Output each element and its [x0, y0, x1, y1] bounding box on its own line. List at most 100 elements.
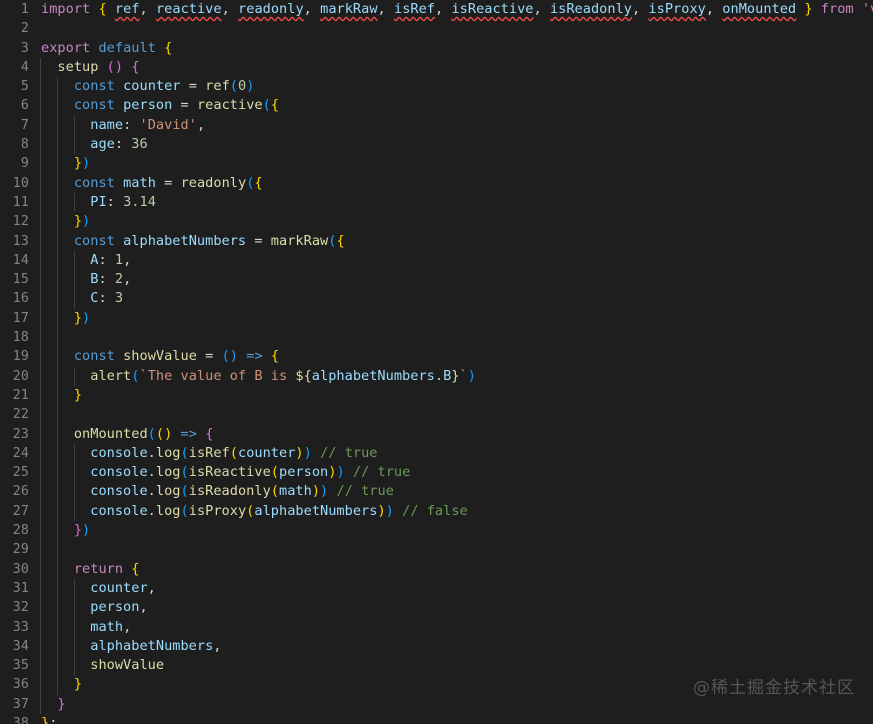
code-line[interactable]: 2	[0, 19, 873, 38]
line-content[interactable]: export default {	[38, 39, 873, 58]
code-editor[interactable]: 1 import { ref, reactive, readonly, mark…	[0, 0, 873, 724]
code-line[interactable]: 8 age: 36	[0, 135, 873, 155]
line-content[interactable]: }	[38, 675, 873, 695]
line-content[interactable]: const counter = ref(0)	[38, 77, 873, 97]
indent-guides	[38, 675, 873, 695]
code-line[interactable]: 16 C: 3	[0, 289, 873, 309]
line-content[interactable]: const alphabetNumbers = markRaw({	[38, 231, 873, 251]
line-number: 24	[12, 445, 29, 461]
indent-guides	[38, 192, 873, 213]
code-line[interactable]: 6 const person = reactive({	[0, 96, 873, 116]
line-number: 19	[12, 349, 29, 365]
line-content[interactable]: B: 2,	[38, 270, 873, 290]
line-content[interactable]: alphabetNumbers,	[38, 636, 873, 657]
line-content[interactable]: counter,	[38, 578, 873, 599]
line-content[interactable]: setup () {	[38, 57, 873, 78]
code-line[interactable]: 12 })	[0, 212, 873, 232]
indent-guides	[38, 521, 873, 541]
indent-guides	[38, 308, 873, 329]
line-number: 25	[12, 465, 29, 481]
line-content[interactable]: age: 36	[38, 135, 873, 155]
line-content[interactable]: onMounted(() => {	[38, 424, 873, 444]
code-line[interactable]: 36 }	[0, 675, 873, 695]
line-content[interactable]: showValue	[38, 656, 873, 676]
line-number: 1	[20, 2, 29, 17]
code-line[interactable]: 22	[0, 405, 873, 425]
code-line[interactable]: 5 const counter = ref(0)	[0, 77, 873, 97]
line-number: 21	[12, 387, 29, 403]
line-content[interactable]: person,	[38, 598, 873, 618]
line-content[interactable]: console.log(isReactive(person)) // true	[38, 463, 873, 483]
code-line[interactable]: 27 console.log(isProxy(alphabetNumbers))…	[0, 501, 873, 522]
code-line[interactable]: 18	[0, 328, 873, 348]
code-line[interactable]: 7 name: 'David',	[0, 115, 873, 136]
line-content[interactable]: })	[38, 521, 873, 541]
line-content[interactable]	[38, 540, 873, 560]
line-number: 38	[12, 715, 29, 724]
code-line[interactable]: 35 showValue	[0, 656, 873, 676]
code-line[interactable]: 30 return {	[0, 559, 873, 579]
line-content[interactable]: name: 'David',	[38, 115, 873, 136]
line-content[interactable]	[38, 405, 873, 425]
line-content[interactable]: const math = readonly({	[38, 173, 873, 193]
code-line[interactable]: 33 math,	[0, 617, 873, 637]
line-content[interactable]: };	[38, 714, 873, 724]
code-line[interactable]: 14 A: 1,	[0, 250, 873, 271]
code-line[interactable]: 31 counter,	[0, 578, 873, 599]
line-content[interactable]: const showValue = () => {	[38, 347, 873, 367]
code-line[interactable]: 24 console.log(isRef(counter)) // true	[0, 443, 873, 464]
code-line[interactable]: 19 const showValue = () => {	[0, 347, 873, 367]
code-line[interactable]: 29	[0, 540, 873, 560]
code-line[interactable]: 15 B: 2,	[0, 270, 873, 290]
code-line[interactable]: 4 setup () {	[0, 57, 873, 78]
code-line[interactable]: 9 })	[0, 154, 873, 174]
code-line[interactable]: 20 alert(`The value of B is ${alphabetNu…	[0, 366, 873, 386]
line-number: 6	[20, 98, 29, 114]
line-content[interactable]: console.log(isRef(counter)) // true	[38, 443, 873, 464]
line-content[interactable]: C: 3	[38, 289, 873, 309]
line-content[interactable]: })	[38, 308, 873, 329]
code-line[interactable]: 26 console.log(isReadonly(math)) // true	[0, 482, 873, 502]
line-number: 29	[12, 542, 29, 558]
line-content[interactable]: })	[38, 154, 873, 174]
line-number: 36	[12, 677, 29, 693]
line-content[interactable]: }	[38, 694, 873, 714]
indent-guides	[38, 57, 873, 78]
indent-guides	[38, 135, 873, 155]
line-content[interactable]: alert(`The value of B is ${alphabetNumbe…	[38, 366, 873, 386]
line-content[interactable]: math,	[38, 617, 873, 637]
line-content[interactable]: PI: 3.14	[38, 192, 873, 213]
line-number: 35	[12, 658, 29, 674]
line-number: 18	[12, 330, 29, 346]
code-lines-container[interactable]: 1 import { ref, reactive, readonly, mark…	[0, 0, 873, 724]
code-line[interactable]: 25 console.log(isReactive(person)) // tr…	[0, 463, 873, 483]
code-line[interactable]: 17 })	[0, 308, 873, 329]
line-content[interactable]: import { ref, reactive, readonly, markRa…	[38, 0, 873, 19]
indent-guides	[38, 617, 873, 637]
code-line[interactable]: 32 person,	[0, 598, 873, 618]
line-number: 37	[12, 696, 29, 712]
code-line[interactable]: 11 PI: 3.14	[0, 192, 873, 213]
line-number: 17	[12, 310, 29, 326]
code-line[interactable]: 34 alphabetNumbers,	[0, 636, 873, 657]
code-line[interactable]: 13 const alphabetNumbers = markRaw({	[0, 231, 873, 251]
line-content[interactable]: const person = reactive({	[38, 96, 873, 116]
line-content[interactable]: console.log(isProxy(alphabetNumbers)) //…	[38, 501, 873, 522]
line-content[interactable]: }	[38, 385, 873, 406]
code-line[interactable]: 21 }	[0, 385, 873, 406]
code-line[interactable]: 3 export default {	[0, 39, 873, 58]
code-line[interactable]: 1 import { ref, reactive, readonly, mark…	[0, 0, 873, 19]
code-line[interactable]: 28 })	[0, 521, 873, 541]
code-line[interactable]: 10 const math = readonly({	[0, 173, 873, 193]
code-line[interactable]: 37 }	[0, 694, 873, 714]
indent-guides	[38, 598, 873, 618]
line-content[interactable]: A: 1,	[38, 250, 873, 271]
code-line[interactable]: 38 };	[0, 714, 873, 724]
line-content[interactable]: })	[38, 212, 873, 232]
line-content[interactable]: return {	[38, 559, 873, 579]
line-content[interactable]: console.log(isReadonly(math)) // true	[38, 482, 873, 502]
line-number: 2	[20, 21, 29, 37]
line-content[interactable]	[38, 19, 873, 38]
line-content[interactable]	[38, 328, 873, 348]
code-line[interactable]: 23 onMounted(() => {	[0, 424, 873, 444]
